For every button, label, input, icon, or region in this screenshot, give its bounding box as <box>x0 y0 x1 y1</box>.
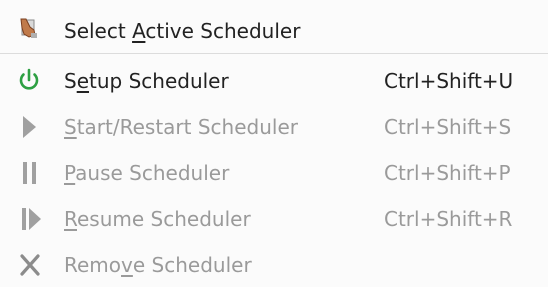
menu-item-select-active-scheduler[interactable]: Select Active Scheduler <box>0 8 548 54</box>
menu-item-setup-scheduler[interactable]: Setup Scheduler Ctrl+Shift+U <box>0 58 548 104</box>
menu-item-resume-scheduler[interactable]: Resume Scheduler Ctrl+Shift+R <box>0 196 548 242</box>
menu-item-label: Select Active Scheduler <box>64 19 301 43</box>
close-x-icon <box>12 242 50 287</box>
play-icon <box>12 104 50 150</box>
scheduler-context-menu: Select Active Scheduler Setup Scheduler … <box>0 0 548 287</box>
menu-separator <box>0 53 548 54</box>
select-scheduler-icon <box>12 8 50 54</box>
menu-item-shortcut: Ctrl+Shift+U <box>384 69 514 93</box>
menu-item-pause-scheduler[interactable]: Pause Scheduler Ctrl+Shift+P <box>0 150 548 196</box>
pause-icon <box>12 150 50 196</box>
menu-item-label: Remove Scheduler <box>64 253 252 277</box>
menu-item-start-restart-scheduler[interactable]: Start/Restart Scheduler Ctrl+Shift+S <box>0 104 548 150</box>
menu-item-label: Pause Scheduler <box>64 161 230 185</box>
menu-item-label: Setup Scheduler <box>64 69 229 93</box>
menu-item-shortcut: Ctrl+Shift+S <box>384 115 512 139</box>
menu-item-shortcut: Ctrl+Shift+R <box>384 207 513 231</box>
menu-item-label: Start/Restart Scheduler <box>64 115 298 139</box>
menu-item-label: Resume Scheduler <box>64 207 251 231</box>
menu-item-shortcut: Ctrl+Shift+P <box>384 161 511 185</box>
power-icon <box>12 58 50 104</box>
resume-icon <box>12 196 50 242</box>
menu-item-remove-scheduler[interactable]: Remove Scheduler <box>0 242 548 287</box>
